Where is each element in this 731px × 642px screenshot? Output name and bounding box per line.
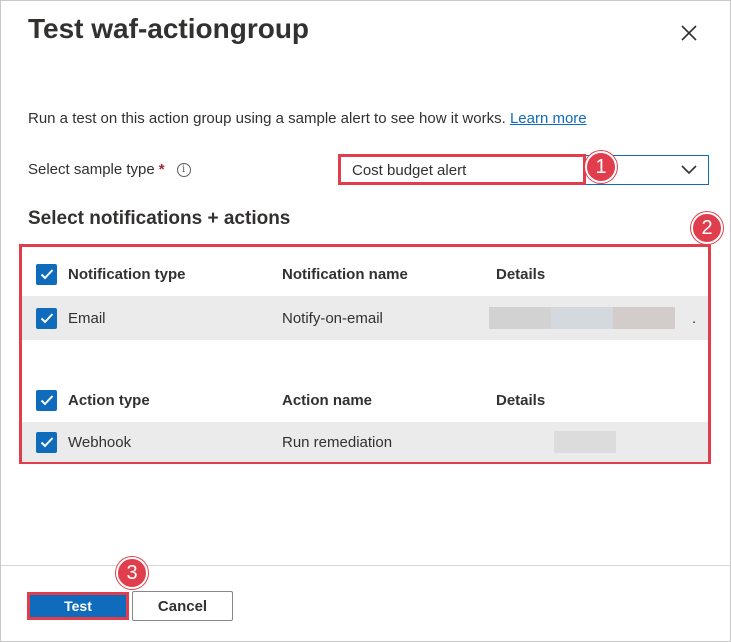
column-header: Details <box>496 391 546 409</box>
close-icon[interactable] <box>677 21 701 45</box>
column-header: Notification type <box>68 265 186 283</box>
test-button[interactable]: Test <box>27 592 129 620</box>
section-title: Select notifications + actions <box>28 208 291 229</box>
sample-type-dropdown[interactable]: Cost budget alert <box>338 155 709 185</box>
column-header: Action name <box>282 391 373 409</box>
chevron-down-icon <box>680 163 698 181</box>
test-action-group-panel: Test waf-actiongroup Run a test on this … <box>0 0 731 642</box>
action-name: Run remediation <box>282 433 393 451</box>
action-type: Webhook <box>68 433 132 451</box>
callout-badge-1: 1 <box>585 151 617 183</box>
callout-badge-2: 2 <box>691 212 723 244</box>
sample-type-label-text: Select sample type <box>28 161 155 178</box>
redacted-detail <box>551 307 613 329</box>
description-text: Run a test on this action group using a … <box>28 110 506 127</box>
required-marker: * <box>158 161 165 178</box>
redacted-detail <box>554 431 616 453</box>
sample-type-label: Select sample type * i <box>28 161 191 178</box>
row-checkbox[interactable] <box>36 431 57 453</box>
select-all-notifications-checkbox[interactable] <box>36 263 57 285</box>
redacted-detail <box>613 307 675 329</box>
column-header: Notification name <box>282 265 408 283</box>
column-header: Details <box>496 265 546 283</box>
info-icon[interactable]: i <box>176 162 191 177</box>
cancel-button[interactable]: Cancel <box>132 591 233 621</box>
select-all-actions-checkbox[interactable] <box>36 389 57 411</box>
learn-more-link[interactable]: Learn more <box>510 110 587 127</box>
notification-name: Notify-on-email <box>282 309 383 327</box>
dialog-title: Test waf-actiongroup <box>28 13 310 44</box>
action-header-row: Action type Action name Details <box>22 378 708 422</box>
sample-type-value: Cost budget alert <box>352 161 467 179</box>
notification-header-row: Notification type Notification name Deta… <box>22 252 708 296</box>
table-row[interactable]: Webhook Run remediation <box>22 422 708 462</box>
column-header: Action type <box>68 391 150 409</box>
callout-badge-3: 3 <box>116 557 148 589</box>
table-row[interactable]: Email Notify-on-email . <box>22 296 708 340</box>
redacted-detail <box>489 307 551 329</box>
notification-type: Email <box>68 309 106 327</box>
row-checkbox[interactable] <box>36 307 57 329</box>
footer-divider <box>1 565 731 566</box>
description: Run a test on this action group using a … <box>28 110 587 127</box>
details-text: . <box>692 310 697 327</box>
